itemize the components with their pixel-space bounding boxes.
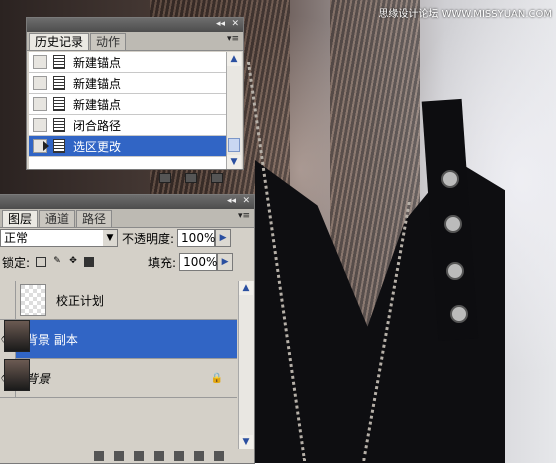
grommet [446, 262, 464, 280]
new-group-icon[interactable] [174, 451, 184, 461]
visibility-toggle-empty[interactable] [0, 280, 16, 320]
history-item-label: 新建锚点 [73, 76, 122, 91]
blend-mode-select[interactable]: 正常 ▼ [0, 229, 118, 247]
tab-channels[interactable]: 通道 [39, 210, 76, 227]
history-brush-source-box[interactable] [33, 118, 47, 132]
close-icon[interactable]: ✕ [242, 196, 250, 206]
history-item[interactable]: 闭合路径 [29, 115, 237, 136]
layer-thumbnail [4, 359, 30, 391]
layer-row-selected[interactable]: 👁 背景 副本 [0, 319, 237, 359]
grommet [441, 170, 459, 188]
history-state-icon [53, 55, 65, 69]
current-state-marker-icon [43, 141, 49, 151]
watermark: 思缘设计论坛 WWW.MISSYUAN.COM [378, 9, 552, 20]
layers-titlebar[interactable]: ◂◂ ✕ [0, 195, 254, 209]
history-brush-source-box[interactable] [33, 97, 47, 111]
history-brush-source-box[interactable] [33, 55, 47, 69]
history-item-label: 闭合路径 [73, 118, 122, 133]
history-scrollbar[interactable]: ▲ ▼ [226, 52, 242, 169]
layer-row[interactable]: 校正计划 [0, 280, 237, 320]
scroll-down-icon[interactable]: ▼ [227, 155, 241, 169]
lock-move-icon[interactable]: ✥ [68, 257, 78, 267]
history-item-label: 选区更改 [73, 139, 122, 154]
link-layers-icon[interactable] [94, 451, 104, 461]
collapse-icon[interactable]: ◂◂ [216, 19, 225, 29]
layers-tabs: 图层 通道 路径 ▾≡ [0, 209, 254, 228]
opacity-label: 不透明度: [122, 231, 175, 246]
tab-actions[interactable]: 动作 [90, 33, 127, 50]
layer-name[interactable]: 校正计划 [56, 292, 104, 309]
panel-menu-icon[interactable]: ▾≡ [238, 211, 250, 221]
collapse-icon[interactable]: ◂◂ [227, 196, 236, 206]
lock-icon: 🔒 [210, 372, 223, 384]
layers-footer [0, 451, 254, 463]
layer-row[interactable]: 👁 背景 🔒 [0, 358, 237, 398]
history-item[interactable]: 新建锚点 [29, 94, 237, 115]
tab-history[interactable]: 历史记录 [29, 33, 90, 50]
layer-style-icon[interactable] [114, 451, 124, 461]
new-document-icon[interactable] [159, 173, 171, 183]
history-item-selected[interactable]: 选区更改 [29, 136, 237, 157]
grommet [450, 305, 468, 323]
trash-icon[interactable] [211, 173, 223, 183]
history-item-label: 新建锚点 [73, 97, 122, 112]
tab-paths[interactable]: 路径 [76, 210, 113, 227]
new-layer-icon[interactable] [194, 451, 204, 461]
history-state-icon [53, 139, 65, 153]
opacity-slider-arrow-icon[interactable]: ▶ [215, 229, 232, 247]
grommet [444, 215, 462, 233]
layer-name[interactable]: 背景 副本 [26, 331, 78, 348]
lock-transparency-icon[interactable] [36, 257, 47, 267]
layer-thumbnail [20, 284, 46, 316]
lock-label: 锁定: [2, 255, 31, 270]
history-item[interactable]: 新建锚点 [29, 73, 237, 94]
trash-icon[interactable] [214, 451, 224, 461]
panel-menu-icon[interactable]: ▾≡ [227, 34, 239, 44]
camera-icon[interactable] [185, 173, 197, 183]
adjustment-layer-icon[interactable] [154, 451, 164, 461]
tab-layers[interactable]: 图层 [2, 210, 39, 227]
history-tabs: 历史记录 动作 ▾≡ [27, 32, 243, 51]
layer-mask-icon[interactable] [134, 451, 144, 461]
lock-fill-row: 锁定: ✎ ✥ 填充: 100% ▶ [0, 251, 254, 273]
layers-panel: ◂◂ ✕ 图层 通道 路径 ▾≡ 正常 ▼ 不透明度: 100% ▶ 锁定: ✎… [0, 194, 255, 464]
history-state-icon [53, 97, 65, 111]
close-icon[interactable]: ✕ [231, 19, 239, 29]
history-brush-source-box[interactable] [33, 76, 47, 90]
history-list: 新建锚点 新建锚点 新建锚点 闭合路径 选区更改 [29, 52, 237, 169]
layer-thumbnail [4, 320, 30, 352]
scroll-down-icon[interactable]: ▼ [239, 435, 253, 449]
chevron-down-icon[interactable]: ▼ [103, 230, 117, 246]
history-item[interactable]: 新建锚点 [29, 52, 237, 73]
history-item-label: 新建锚点 [73, 55, 122, 70]
history-titlebar[interactable]: ◂◂ ✕ [27, 18, 243, 32]
scroll-thumb[interactable] [228, 138, 240, 152]
opacity-field[interactable]: 100% [177, 229, 215, 247]
lock-all-icon[interactable] [84, 257, 95, 267]
history-state-icon [53, 76, 65, 90]
blend-opacity-row: 正常 ▼ 不透明度: 100% ▶ [0, 227, 254, 249]
fill-field[interactable]: 100% [179, 253, 217, 271]
blend-mode-value: 正常 [4, 231, 29, 245]
fill-label: 填充: [148, 255, 177, 270]
lock-paint-icon[interactable]: ✎ [52, 257, 62, 267]
history-panel: ◂◂ ✕ 历史记录 动作 ▾≡ 新建锚点 新建锚点 新建锚点 闭合路径 选区更改… [26, 17, 244, 183]
layers-scrollbar[interactable]: ▲ ▼ [238, 281, 254, 449]
history-state-icon [53, 118, 65, 132]
history-footer [27, 169, 243, 187]
fill-slider-arrow-icon[interactable]: ▶ [217, 253, 234, 271]
scroll-up-icon[interactable]: ▲ [239, 281, 253, 295]
scroll-up-icon[interactable]: ▲ [227, 52, 241, 66]
